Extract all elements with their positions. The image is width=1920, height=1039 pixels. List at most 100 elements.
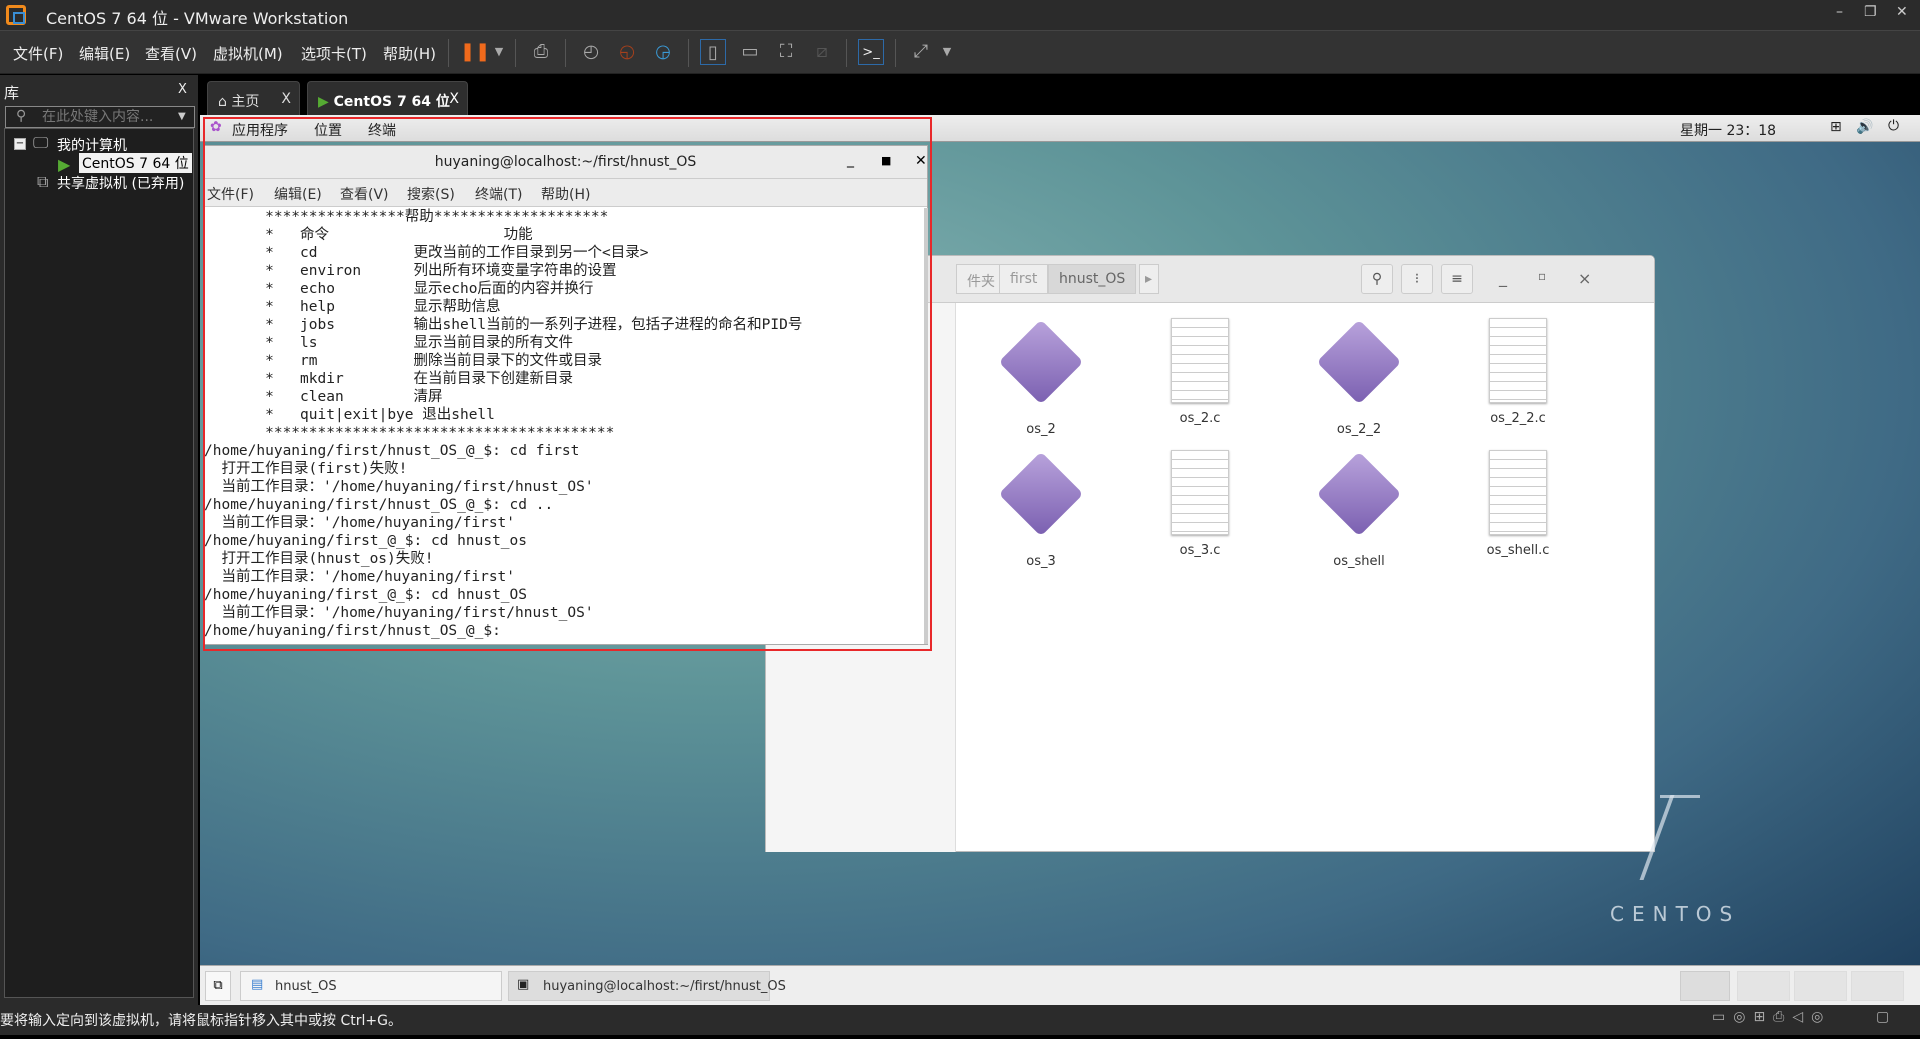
chevron-down-icon[interactable]: ▼ xyxy=(934,39,960,65)
file-item[interactable]: os_2.c xyxy=(1130,318,1270,426)
file-item[interactable]: os_2 xyxy=(971,318,1111,437)
breadcrumb-parent[interactable]: 件夹 xyxy=(956,264,1005,294)
terminal-close-button[interactable]: ✕ xyxy=(915,153,927,169)
vm-icon: ▶ xyxy=(318,94,329,110)
device-icons[interactable]: ▭◎⊞⎙◁◎ xyxy=(1712,1009,1831,1025)
minimize-button[interactable]: – xyxy=(1836,4,1843,20)
close-tab-button[interactable]: X xyxy=(449,91,459,107)
search-icon[interactable]: ⚲ xyxy=(1361,264,1393,294)
pause-icon[interactable]: ❚❚ xyxy=(460,39,490,65)
terminal-menu-search[interactable]: 搜索(S) xyxy=(407,184,455,204)
terminal-menubar: 文件(F) 编辑(E) 查看(V) 搜索(S) 终端(T) 帮助(H) xyxy=(204,179,927,207)
chevron-down-icon[interactable]: ▼ xyxy=(178,111,186,122)
workspace-4[interactable] xyxy=(1851,971,1904,1001)
send-keys-icon[interactable]: ⎙ xyxy=(528,39,554,65)
terminal-line: * quit|exit|bye 退出shell xyxy=(204,407,495,423)
taskbar-item-terminal[interactable]: ▣ huyaning@localhost:~/first/hnust_OS xyxy=(508,971,786,1001)
gnome-applications-menu[interactable]: 应用程序 xyxy=(232,120,288,140)
vm-screen[interactable]: ✿ 应用程序 位置 终端 星期一 23：18 ⊞ 🔊 ⏻ 件夹 first hn… xyxy=(200,115,1920,1005)
menu-edit[interactable]: 编辑(E) xyxy=(79,43,130,64)
menu-help[interactable]: 帮助(H) xyxy=(383,43,436,64)
snapshot-manager-icon[interactable]: ◶ xyxy=(650,39,676,65)
window-title: CentOS 7 64 位 - VMware Workstation xyxy=(46,9,349,28)
terminal-line: * echo 显示echo后面的内容并换行 xyxy=(204,281,594,297)
file-item[interactable]: os_3 xyxy=(971,450,1111,569)
terminal-line: 打开工作目录(first)失败! xyxy=(204,461,408,477)
menu-icon[interactable]: ≡ xyxy=(1441,264,1473,294)
fm-close-button[interactable]: × xyxy=(1578,269,1591,288)
text-file-icon xyxy=(1171,318,1229,403)
console-icon[interactable]: >_ xyxy=(858,39,884,65)
view-options-icon[interactable]: ⁝ xyxy=(1401,264,1433,294)
file-name: os_2_2.c xyxy=(1490,411,1546,426)
terminal-menu-terminal[interactable]: 终端(T) xyxy=(475,184,522,204)
tree-centos-vm[interactable]: CentOS 7 64 位 xyxy=(79,153,192,173)
terminal-menu-view[interactable]: 查看(V) xyxy=(340,184,389,204)
file-item[interactable]: os_3.c xyxy=(1130,450,1270,558)
taskbar-item-files[interactable]: ▤ hnust_OS xyxy=(240,971,502,1001)
chevron-down-icon[interactable]: ▼ xyxy=(486,39,512,65)
executable-icon xyxy=(1316,451,1402,537)
terminal-scrollbar[interactable] xyxy=(924,208,928,644)
breadcrumb-hnust-os[interactable]: hnust_OS xyxy=(1048,264,1137,294)
power-icon[interactable]: ⏻ xyxy=(1888,118,1899,134)
tab-centos[interactable]: ▶ CentOS 7 64 位 X xyxy=(307,81,468,115)
status-message: 要将输入定向到该虚拟机，请将鼠标指针移入其中或按 Ctrl+G。 xyxy=(0,1013,402,1029)
terminal-line: 当前工作目录：'/home/huyaning/first' xyxy=(204,569,516,585)
file-item[interactable]: os_shell xyxy=(1289,450,1429,569)
gnome-places-menu[interactable]: 位置 xyxy=(314,120,342,140)
terminal-output[interactable]: ****************帮助******************** *… xyxy=(204,208,924,644)
stretch-icon[interactable]: ⤢ xyxy=(908,39,934,65)
divider xyxy=(688,39,689,67)
workspace-3[interactable] xyxy=(1794,971,1847,1001)
file-item[interactable]: os_2_2.c xyxy=(1448,318,1588,426)
gnome-top-bar: ✿ 应用程序 位置 终端 星期一 23：18 ⊞ 🔊 ⏻ xyxy=(200,115,1920,142)
gnome-terminal-menu[interactable]: 终端 xyxy=(368,120,396,140)
network-icon[interactable]: ⊞ xyxy=(1830,119,1842,135)
terminal-menu-help[interactable]: 帮助(H) xyxy=(541,184,590,204)
workspace-2[interactable] xyxy=(1737,971,1790,1001)
thumbnail-view-icon[interactable]: ▭ xyxy=(737,39,763,65)
executable-icon xyxy=(998,451,1084,537)
fm-minimize-button[interactable]: _ xyxy=(1499,268,1507,287)
text-file-icon xyxy=(1489,450,1547,535)
volume-icon[interactable]: 🔊 xyxy=(1856,119,1873,135)
clock[interactable]: 星期一 23：18 xyxy=(1680,120,1776,140)
snapshot-icon[interactable]: ◴ xyxy=(578,39,604,65)
workspace-1[interactable] xyxy=(1680,971,1730,1001)
terminal-menu-file[interactable]: 文件(F) xyxy=(207,184,254,204)
library-view-icon[interactable]: ▯ xyxy=(700,39,726,65)
file-item[interactable]: os_2_2 xyxy=(1289,318,1429,437)
tab-home[interactable]: ⌂ 主页 X xyxy=(207,81,300,115)
fullscreen-icon[interactable]: ⛶ xyxy=(773,39,799,65)
terminal-maximize-button[interactable]: ■ xyxy=(881,154,891,167)
terminal-menu-edit[interactable]: 编辑(E) xyxy=(274,184,322,204)
tree-shared-vms[interactable]: 共享虚拟机 (已弃用) xyxy=(57,173,184,193)
menu-tabs[interactable]: 选项卡(T) xyxy=(301,43,367,64)
library-close-button[interactable]: X xyxy=(178,82,187,97)
menu-file[interactable]: 文件(F) xyxy=(13,43,63,64)
close-button[interactable]: ✕ xyxy=(1896,4,1908,20)
terminal-line: /home/huyaning/first/hnust_OS_@_$: cd .. xyxy=(204,497,554,513)
menu-view[interactable]: 查看(V) xyxy=(145,43,197,64)
terminal-line: * clean 清屏 xyxy=(204,389,443,405)
restore-button[interactable]: ❐ xyxy=(1864,4,1877,20)
terminal-line: ****************帮助******************** xyxy=(204,209,609,225)
breadcrumb-first[interactable]: first xyxy=(999,264,1049,294)
home-icon: ⌂ xyxy=(218,94,227,110)
show-desktop-icon[interactable]: ⧉ xyxy=(205,971,231,1001)
tree-my-computer[interactable]: 我的计算机 xyxy=(57,135,127,155)
terminal-minimize-button[interactable]: _ xyxy=(847,152,854,168)
close-tab-button[interactable]: X xyxy=(281,91,291,107)
terminal-line: * ls 显示当前目录的所有文件 xyxy=(204,335,574,351)
divider xyxy=(448,39,449,67)
unity-icon[interactable]: ⧄ xyxy=(809,39,835,65)
library-search-input[interactable]: 在此处键入内容... xyxy=(5,106,195,128)
fm-maximize-button[interactable]: ▫ xyxy=(1538,269,1546,283)
collapse-icon[interactable]: − xyxy=(14,138,26,150)
revert-snapshot-icon[interactable]: ◵ xyxy=(614,39,640,65)
file-item[interactable]: os_shell.c xyxy=(1448,450,1588,558)
breadcrumb-forward-icon[interactable]: ▸ xyxy=(1139,264,1159,294)
menu-vm[interactable]: 虚拟机(M) xyxy=(213,43,283,64)
message-icon[interactable]: ▢ xyxy=(1876,1009,1889,1025)
